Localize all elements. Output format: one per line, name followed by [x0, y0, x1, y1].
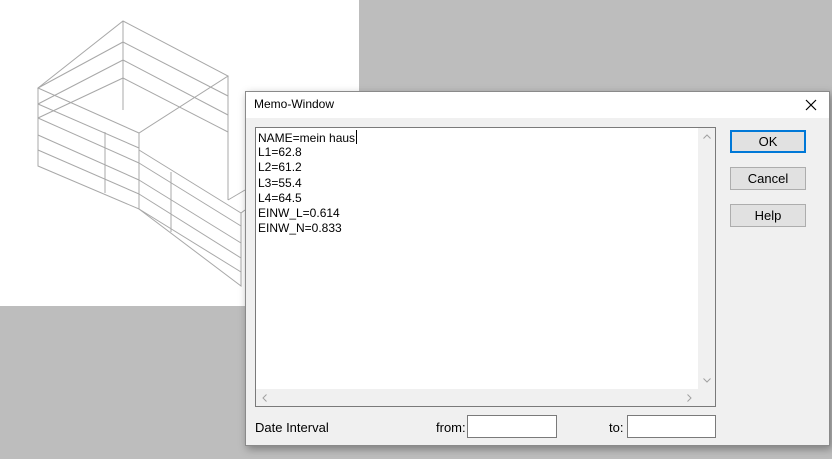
memo-line: L2=61.2 [258, 160, 302, 175]
horizontal-scrollbar[interactable] [256, 389, 698, 406]
memo-content: NAME=mein haus L1=62.8 L2=61.2 L3=55.4 L… [258, 130, 697, 388]
cancel-button[interactable]: Cancel [730, 167, 806, 190]
arrow-down-icon [702, 378, 711, 383]
dialog-title: Memo-Window [254, 97, 335, 111]
arrow-left-icon [262, 393, 267, 402]
arrow-right-icon [687, 393, 692, 402]
close-icon [805, 99, 817, 111]
memo-line: EINW_L=0.614 [258, 205, 340, 220]
memo-line: NAME=mein haus [258, 130, 358, 145]
to-date-input[interactable] [627, 415, 716, 438]
help-button[interactable]: Help [730, 204, 806, 227]
scroll-down-button[interactable] [698, 372, 715, 389]
vertical-scrollbar[interactable] [698, 128, 715, 389]
memo-line: L1=62.8 [258, 145, 302, 160]
memo-line: L4=64.5 [258, 190, 302, 205]
memo-line: L3=55.4 [258, 175, 302, 190]
scrollbar-corner [698, 389, 715, 406]
title-bar[interactable]: Memo-Window [246, 92, 829, 118]
memo-textarea[interactable]: NAME=mein haus L1=62.8 L2=61.2 L3=55.4 L… [255, 127, 716, 407]
ok-button[interactable]: OK [730, 130, 806, 153]
close-button[interactable] [793, 92, 829, 118]
arrow-up-icon [702, 134, 711, 139]
text-caret [356, 130, 358, 144]
date-interval-label: Date Interval [255, 420, 329, 435]
scroll-left-button[interactable] [256, 389, 273, 406]
from-label: from: [436, 420, 466, 435]
memo-line: EINW_N=0.833 [258, 221, 342, 236]
from-date-input[interactable] [467, 415, 557, 438]
scroll-up-button[interactable] [698, 128, 715, 145]
memo-dialog: Memo-Window NAME=mein haus L1=62.8 L2=61… [245, 91, 830, 446]
scroll-right-button[interactable] [681, 389, 698, 406]
to-label: to: [609, 420, 624, 435]
